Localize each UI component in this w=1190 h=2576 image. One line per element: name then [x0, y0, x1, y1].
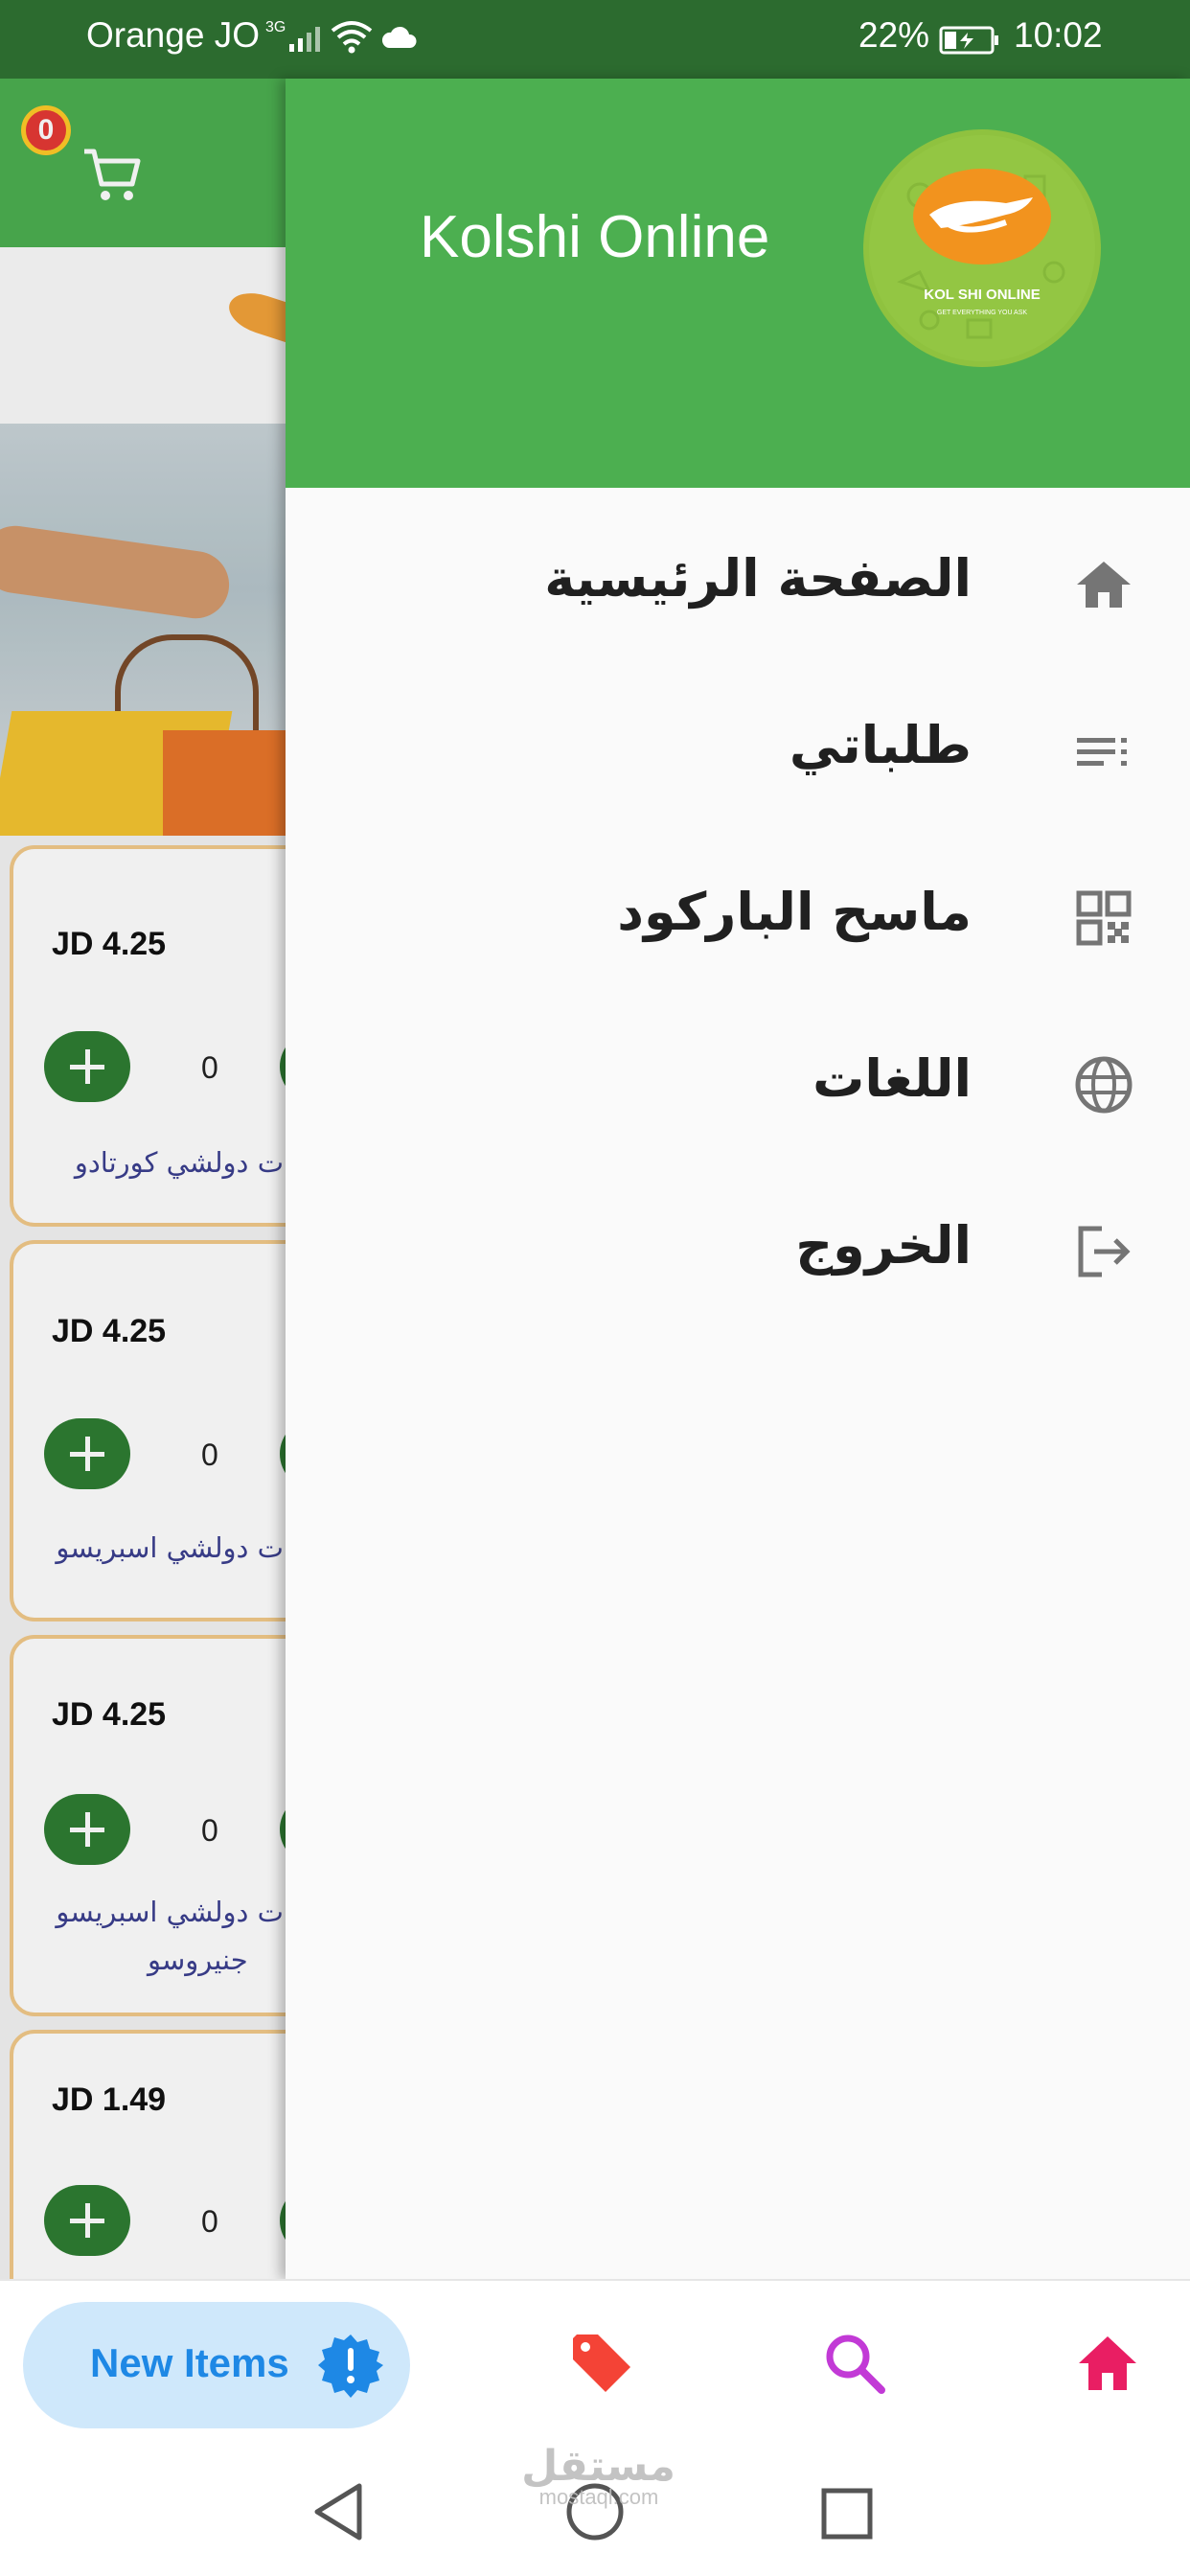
menu-item-barcode-scanner[interactable]: ماسح الباركود: [286, 849, 1190, 983]
drawer-scrim[interactable]: [0, 79, 287, 2279]
carrier-name: Orange JO: [86, 15, 260, 55]
menu-item-label: ماسح الباركود: [617, 882, 972, 942]
clock: 10:02: [1014, 15, 1103, 55]
brand-logo: KOL SHI ONLINE GET EVERYTHING YOU ASK: [863, 129, 1101, 367]
home-icon[interactable]: [1075, 2331, 1140, 2396]
new-badge-icon: [318, 2334, 383, 2398]
status-bar: Orange JO 3G 22% 10:02: [0, 0, 1190, 79]
recents-icon[interactable]: [821, 2488, 873, 2540]
qr-code-icon: [1076, 890, 1132, 946]
drawer-header: Kolshi Online KOL SHI ONLINE GET EVERYTH…: [286, 79, 1190, 488]
tag-icon[interactable]: [569, 2331, 634, 2396]
logo-tagline: GET EVERYTHING YOU ASK: [937, 310, 1027, 316]
drawer-title: Kolshi Online: [420, 204, 770, 270]
menu-item-languages[interactable]: اللغات: [286, 1016, 1190, 1150]
watermark: مستقل mostaql.com: [521, 2442, 675, 2510]
battery-charging-icon: [939, 26, 998, 55]
menu-item-label: طلباتي: [789, 715, 972, 775]
home-icon: [1077, 562, 1131, 608]
navigation-drawer: Kolshi Online KOL SHI ONLINE GET EVERYTH…: [286, 79, 1190, 2279]
search-icon[interactable]: [822, 2331, 887, 2396]
globe-icon: [1075, 1056, 1133, 1114]
menu-item-label: الصفحة الرئيسية: [544, 548, 972, 609]
new-items-button[interactable]: New Items: [23, 2302, 410, 2428]
new-items-label: New Items: [90, 2340, 289, 2385]
menu-item-home[interactable]: الصفحة الرئيسية: [286, 516, 1190, 650]
list-icon: [1077, 738, 1127, 766]
logo-text: KOL SHI ONLINE: [924, 287, 1040, 303]
watermark-arabic: مستقل: [521, 2442, 675, 2491]
menu-item-logout[interactable]: الخروج: [286, 1183, 1190, 1317]
menu-item-label: الخروج: [795, 1215, 972, 1276]
wifi-icon: [331, 21, 373, 54]
menu-item-orders[interactable]: طلباتي: [286, 682, 1190, 816]
menu-item-label: اللغات: [812, 1048, 972, 1109]
back-icon[interactable]: [311, 2482, 365, 2542]
logout-icon: [1078, 1226, 1131, 1277]
watermark-url: mostaql.com: [538, 2485, 659, 2509]
battery-percentage: 22%: [858, 15, 930, 55]
bottom-navigation: New Items: [0, 2279, 1190, 2448]
network-type: 3G: [265, 19, 286, 35]
cloud-icon: [381, 26, 417, 48]
signal-icon: [289, 27, 320, 52]
